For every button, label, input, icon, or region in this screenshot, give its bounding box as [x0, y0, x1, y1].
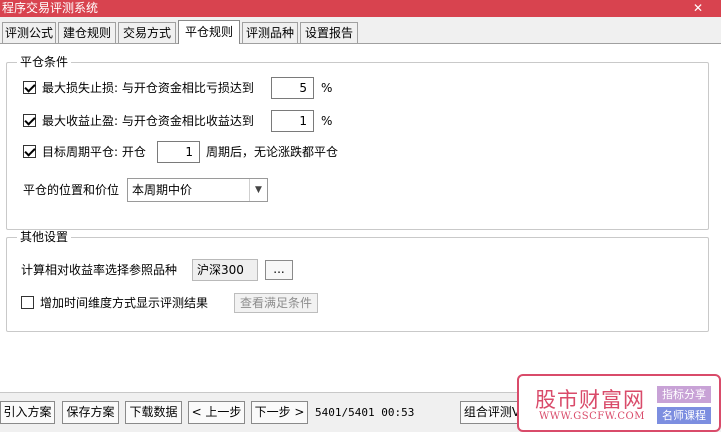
other-settings-title: 其他设置 [17, 230, 72, 244]
target-period-row: 目标周期平仓: 开仓 [23, 141, 146, 163]
close-rules-panel: 平仓条件 最大损失止损: 与开仓资金相比亏损达到 5 % 最大收益止盈: 与开仓… [0, 44, 721, 392]
position-price-label: 平仓的位置和价位 [23, 183, 120, 197]
close-conditions-title: 平仓条件 [17, 55, 72, 69]
time-dimension-label: 增加时间维度方式显示评测结果 [40, 296, 209, 310]
max-profit-input[interactable]: 1 [271, 110, 314, 132]
import-plan-button[interactable]: 引入方案 [0, 401, 55, 424]
download-data-button[interactable]: 下载数据 [125, 401, 182, 424]
max-loss-input[interactable]: 5 [271, 77, 314, 99]
window-title: 程序交易评测系统 [2, 1, 99, 15]
watermark-url: WWW.GSCFW.COM [539, 411, 645, 422]
save-plan-button[interactable]: 保存方案 [62, 401, 119, 424]
max-profit-row: 最大收益止盈: 与开仓资金相比收益达到 [23, 110, 254, 132]
chevron-down-icon[interactable]: ▼ [249, 179, 267, 201]
close-conditions-group: 平仓条件 最大损失止损: 与开仓资金相比亏损达到 5 % 最大收益止盈: 与开仓… [6, 55, 709, 230]
watermark-logo-text: 股市财富网 [535, 388, 645, 412]
progress-status: 5401/5401 00:53 [315, 406, 415, 419]
view-conditions-button[interactable]: 查看满足条件 [234, 293, 318, 313]
time-dimension-checkbox[interactable] [21, 296, 34, 309]
close-icon[interactable]: ✕ [689, 0, 707, 17]
combo-evaluate-button[interactable]: 组合评测V [460, 401, 524, 424]
tab-strip: 评测公式 建仓规则 交易方式 平仓规则 评测品种 设置报告 [0, 20, 721, 44]
target-period-checkbox[interactable] [23, 145, 36, 158]
other-settings-group: 其他设置 计算相对收益率选择参照品种 沪深300 ... 增加时间维度方式显示评… [6, 230, 709, 332]
prev-step-button[interactable]: < 上一步 [188, 401, 245, 424]
max-profit-checkbox[interactable] [23, 114, 36, 127]
max-profit-label: 最大收益止盈: 与开仓资金相比收益达到 [42, 114, 254, 128]
target-period-label: 目标周期平仓: 开仓 [42, 145, 146, 159]
max-loss-checkbox[interactable] [23, 81, 36, 94]
reference-browse-button[interactable]: ... [265, 260, 293, 280]
tab-trade-mode[interactable]: 交易方式 [118, 22, 176, 44]
max-loss-unit: % [321, 81, 333, 95]
site-watermark: 股市财富网 WWW.GSCFW.COM 指标分享 名师课程 [517, 374, 721, 432]
tab-report-settings[interactable]: 设置报告 [300, 22, 358, 44]
tab-instruments[interactable]: 评测品种 [242, 22, 298, 44]
watermark-tag-courses: 名师课程 [657, 407, 711, 424]
window-titlebar: 程序交易评测系统 ✕ [0, 0, 721, 17]
max-profit-unit: % [321, 114, 333, 128]
max-loss-row: 最大损失止损: 与开仓资金相比亏损达到 [23, 77, 254, 99]
next-step-button[interactable]: 下一步 > [251, 401, 308, 424]
tab-formula[interactable]: 评测公式 [2, 22, 56, 44]
reference-label: 计算相对收益率选择参照品种 [21, 263, 178, 277]
time-dimension-row: 增加时间维度方式显示评测结果 [21, 292, 208, 314]
watermark-tag-indicators: 指标分享 [657, 386, 711, 403]
target-period-input[interactable]: 1 [157, 141, 200, 163]
reference-field[interactable]: 沪深300 [192, 259, 258, 281]
position-price-value: 本周期中价 [132, 183, 193, 197]
tab-open-rules[interactable]: 建仓规则 [58, 22, 116, 44]
target-period-suffix: 周期后，无论涨跌都平仓 [206, 145, 339, 159]
tab-close-rules[interactable]: 平仓规则 [178, 20, 240, 44]
max-loss-label: 最大损失止损: 与开仓资金相比亏损达到 [42, 81, 254, 95]
position-price-select[interactable]: 本周期中价 ▼ [127, 178, 268, 202]
